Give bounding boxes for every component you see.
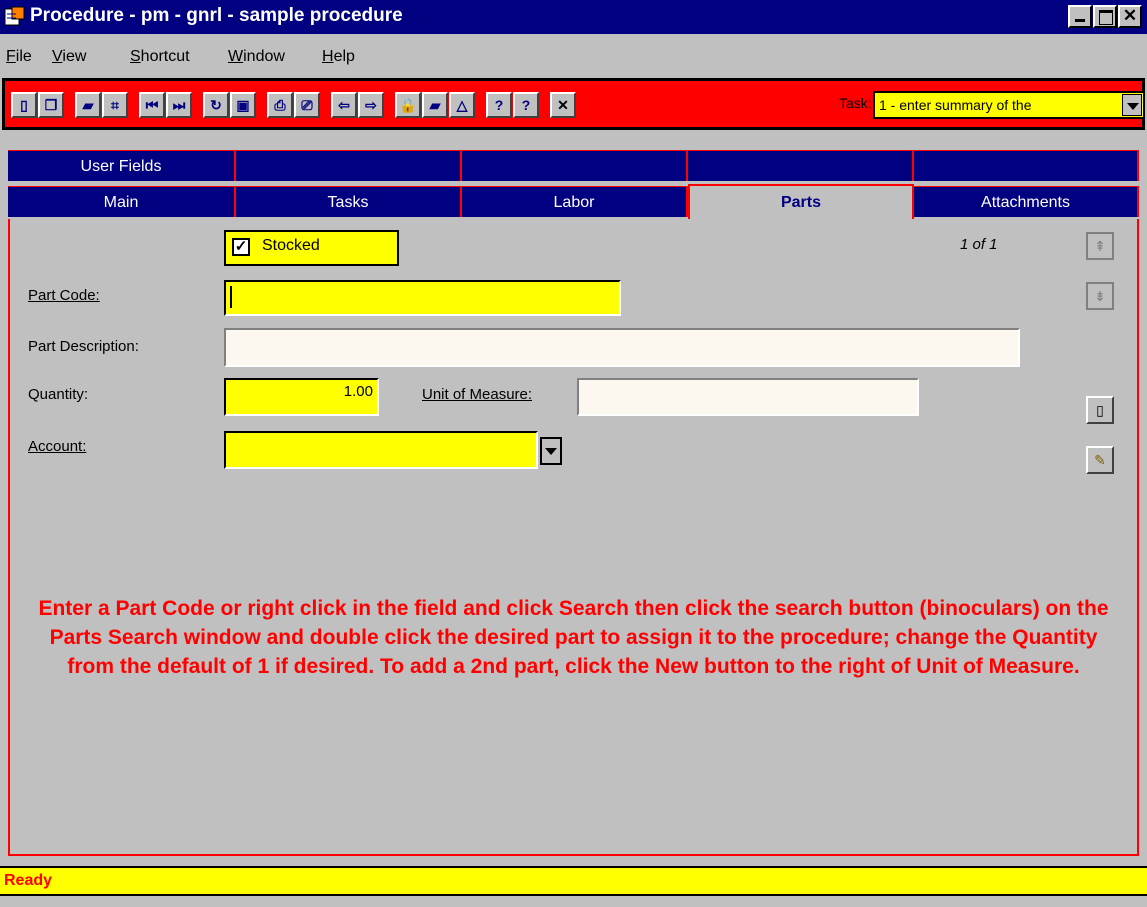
- forward-icon: ⇨: [365, 97, 377, 113]
- maximize-icon: [1095, 7, 1115, 26]
- last-record-icon: ⏭: [172, 97, 186, 113]
- menu-bar: File View Shortcut Window Help: [0, 44, 1147, 70]
- print-icon: ⎙: [274, 97, 286, 113]
- tab-labor[interactable]: Labor: [462, 186, 688, 217]
- stocked-checkbox[interactable]: ✓ Stocked: [224, 230, 399, 266]
- status-bar: Ready: [0, 866, 1147, 896]
- task-value: 1 - enter summary of the: [879, 97, 1032, 113]
- first-record-icon: ⏮: [145, 97, 159, 113]
- part-code-label[interactable]: Part Code:: [28, 287, 100, 304]
- tab-user-fields[interactable]: User Fields: [8, 150, 236, 181]
- context-help-icon: ?: [521, 97, 531, 113]
- open-folder-icon: ▰: [82, 97, 94, 113]
- record-count: 1 of 1: [960, 236, 998, 253]
- close-record-button[interactable]: ✕: [550, 92, 576, 118]
- quantity-label: Quantity:: [28, 386, 89, 403]
- menu-window[interactable]: Window: [228, 48, 285, 66]
- menu-shortcut[interactable]: Shortcut: [130, 48, 190, 66]
- toolbar: ▯ ❐ ▰ ⌗ ⏮ ⏭ ↻ ▣ ⎙ ⎚ ⇦ ⇨ 🔒 ▰ △ ? ? ✕ Task…: [2, 78, 1145, 130]
- refresh-button[interactable]: ↻: [203, 92, 229, 118]
- refresh-icon: ↻: [210, 97, 222, 113]
- previous-part-button[interactable]: ⇞: [1086, 232, 1114, 260]
- task-select[interactable]: 1 - enter summary of the: [873, 91, 1145, 119]
- title-bar[interactable]: Procedure - pm - gnrl - sample procedure…: [0, 0, 1147, 34]
- window-title: Procedure - pm - gnrl - sample procedure: [30, 5, 403, 26]
- tab-tasks[interactable]: Tasks: [236, 186, 462, 217]
- structure-button[interactable]: ⌗: [102, 92, 128, 118]
- export-icon: ▰: [429, 97, 441, 113]
- structure-icon: ⌗: [111, 97, 119, 113]
- minimize-button[interactable]: [1068, 5, 1092, 28]
- task-label: Task:: [839, 95, 872, 111]
- back-button[interactable]: ⇦: [331, 92, 357, 118]
- stocked-label: Stocked: [262, 237, 320, 254]
- checkbox-checked-icon[interactable]: ✓: [232, 238, 250, 256]
- status-text: Ready: [4, 872, 53, 889]
- arrow-down-icon: ⇟: [1094, 288, 1106, 304]
- menu-file[interactable]: File: [6, 48, 32, 66]
- menu-view[interactable]: View: [52, 48, 86, 66]
- tab-main[interactable]: Main: [8, 186, 236, 217]
- chevron-down-icon[interactable]: [1122, 94, 1142, 116]
- copy-button[interactable]: ❐: [38, 92, 64, 118]
- print-preview-button[interactable]: ⎚: [294, 92, 320, 118]
- part-description-input[interactable]: [224, 328, 1020, 367]
- close-icon: ✕: [557, 97, 569, 113]
- close-icon: ✕: [1122, 6, 1138, 25]
- maximize-button[interactable]: [1093, 5, 1117, 28]
- chevron-down-icon[interactable]: [540, 437, 562, 465]
- open-button[interactable]: ▰: [75, 92, 101, 118]
- chart-button[interactable]: △: [449, 92, 475, 118]
- help-icon: ?: [494, 97, 504, 113]
- tab-empty-2[interactable]: [462, 150, 688, 181]
- chart-icon: △: [456, 97, 468, 113]
- new-document-icon: ▯: [1096, 402, 1104, 418]
- lock-button[interactable]: 🔒: [395, 92, 421, 118]
- part-code-input[interactable]: [224, 280, 621, 316]
- tab-parts[interactable]: Parts: [688, 184, 914, 219]
- next-part-button[interactable]: ⇟: [1086, 282, 1114, 310]
- delete-part-button[interactable]: ✎: [1086, 446, 1114, 474]
- account-label[interactable]: Account:: [28, 438, 86, 455]
- print-preview-icon: ⎚: [301, 97, 313, 113]
- help-button[interactable]: ?: [486, 92, 512, 118]
- first-record-button[interactable]: ⏮: [139, 92, 165, 118]
- unit-of-measure-input[interactable]: [577, 378, 919, 416]
- last-record-button[interactable]: ⏭: [166, 92, 192, 118]
- app-icon: [4, 6, 25, 26]
- lock-icon: 🔒: [399, 97, 417, 113]
- tab-empty-4[interactable]: [914, 150, 1139, 181]
- arrow-up-icon: ⇞: [1094, 238, 1106, 254]
- minimize-icon: [1070, 7, 1090, 26]
- eraser-icon: ✎: [1094, 452, 1106, 468]
- export-button[interactable]: ▰: [422, 92, 448, 118]
- copy-icon: ❐: [44, 97, 58, 113]
- unit-of-measure-label[interactable]: Unit of Measure:: [422, 386, 532, 403]
- new-part-button[interactable]: ▯: [1086, 396, 1114, 424]
- menu-help[interactable]: Help: [322, 48, 355, 66]
- print-button[interactable]: ⎙: [267, 92, 293, 118]
- save-button[interactable]: ▣: [230, 92, 256, 118]
- new-record-button[interactable]: ▯: [11, 92, 37, 118]
- quantity-input[interactable]: 1.00: [224, 378, 379, 416]
- tab-empty-3[interactable]: [688, 150, 914, 181]
- text-caret: [230, 286, 232, 308]
- save-icon: ▣: [236, 97, 250, 113]
- instruction-text: Enter a Part Code or right click in the …: [38, 597, 1109, 678]
- back-icon: ⇦: [338, 97, 350, 113]
- new-icon: ▯: [20, 97, 28, 113]
- account-select[interactable]: [224, 431, 538, 469]
- context-help-button[interactable]: ?: [513, 92, 539, 118]
- tab-attachments[interactable]: Attachments: [914, 186, 1139, 217]
- close-window-button[interactable]: ✕: [1118, 5, 1142, 28]
- part-description-label: Part Description:: [28, 338, 139, 355]
- tab-empty-1[interactable]: [236, 150, 462, 181]
- forward-button[interactable]: ⇨: [358, 92, 384, 118]
- quantity-value: 1.00: [343, 383, 373, 400]
